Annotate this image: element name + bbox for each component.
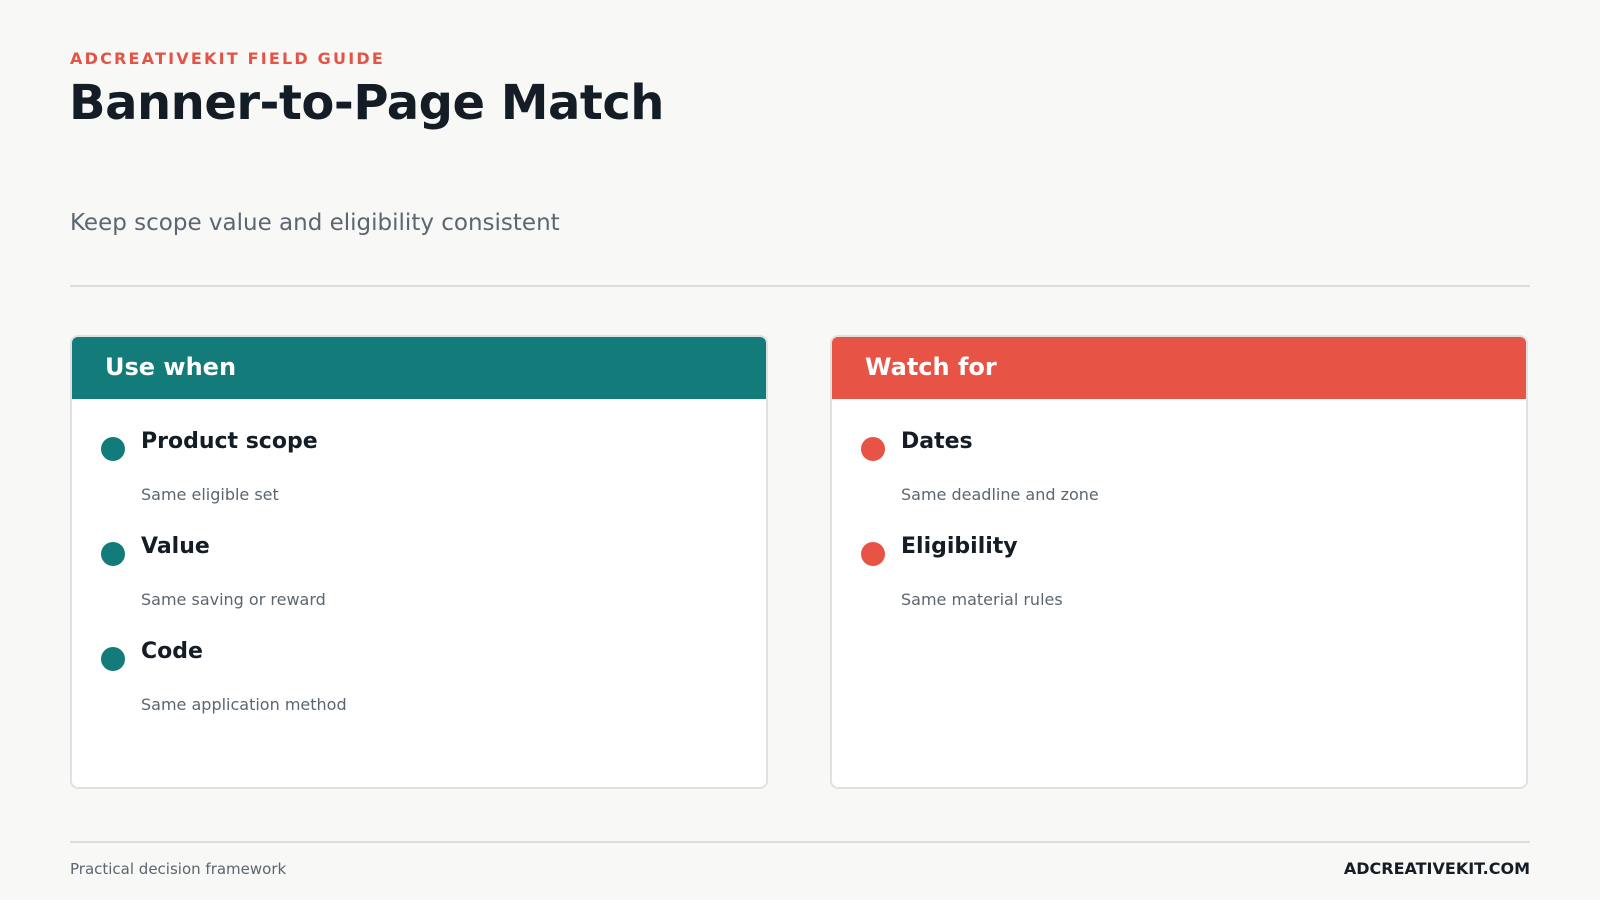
list-item-description: Same application method <box>141 695 347 714</box>
page-title: Banner-to-Page Match <box>69 75 664 131</box>
list-item-description: Same material rules <box>901 590 1063 609</box>
footer-divider <box>70 841 1530 843</box>
bullet-dot-icon <box>861 437 885 461</box>
list-item-title: Value <box>141 534 210 559</box>
header-divider <box>70 285 1530 287</box>
list-item-description: Same deadline and zone <box>901 485 1099 504</box>
watch-for-card-header: Watch for <box>832 337 1526 399</box>
list-item-title: Eligibility <box>901 534 1018 559</box>
bullet-dot-icon <box>101 542 125 566</box>
list-item-title: Product scope <box>141 429 318 454</box>
page-subtitle: Keep scope value and eligibility consist… <box>70 210 560 236</box>
use-when-card-header: Use when <box>72 337 766 399</box>
watch-for-card: Watch for Dates Same deadline and zone E… <box>830 335 1528 789</box>
list-item-description: Same saving or reward <box>141 590 326 609</box>
eyebrow-label: ADCREATIVEKIT FIELD GUIDE <box>70 49 385 68</box>
footer-site-link[interactable]: ADCREATIVEKIT.COM <box>1344 859 1530 878</box>
bullet-dot-icon <box>101 647 125 671</box>
footer-tagline: Practical decision framework <box>70 860 287 878</box>
use-when-card: Use when Product scope Same eligible set… <box>70 335 768 789</box>
list-item-title: Code <box>141 639 203 664</box>
list-item-title: Dates <box>901 429 973 454</box>
bullet-dot-icon <box>101 437 125 461</box>
bullet-dot-icon <box>861 542 885 566</box>
list-item-description: Same eligible set <box>141 485 279 504</box>
